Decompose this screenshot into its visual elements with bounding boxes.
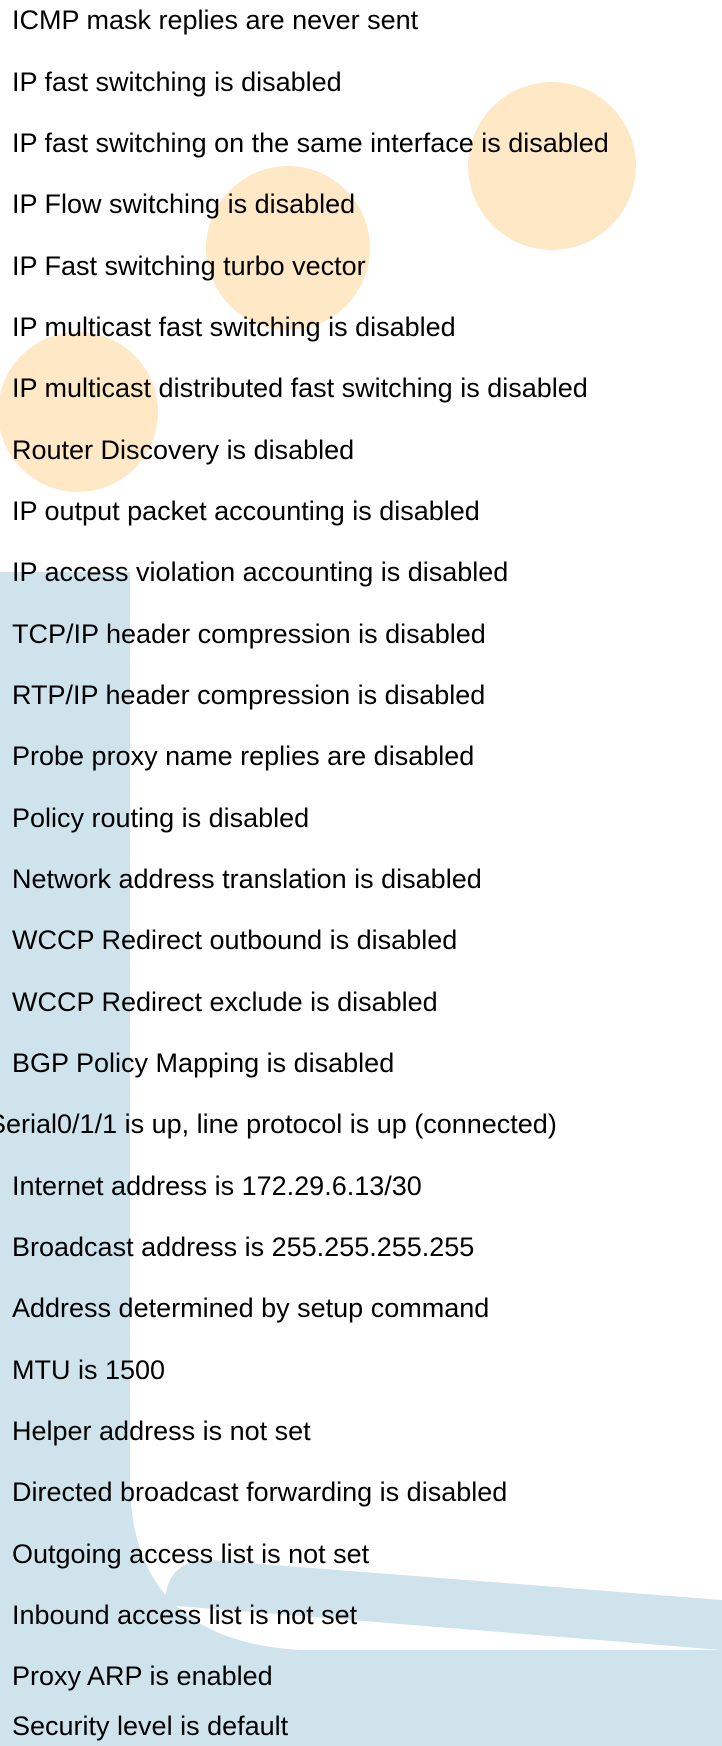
text-line: Directed broadcast forwarding is disable… xyxy=(12,1477,508,1507)
interface-heading: Serial0/1/1 is up, line protocol is up (… xyxy=(0,1109,557,1139)
text-line: Security level is default xyxy=(12,1711,289,1741)
text-line: IP fast switching is disabled xyxy=(12,67,342,97)
text-line: Helper address is not set xyxy=(12,1416,311,1446)
watermark-orange-circle xyxy=(468,82,636,250)
text-line: Broadcast address is 255.255.255.255 xyxy=(12,1232,475,1262)
text-line: TCP/IP header compression is disabled xyxy=(12,619,486,649)
text-line: IP multicast fast switching is disabled xyxy=(12,312,456,342)
text-line: WCCP Redirect outbound is disabled xyxy=(12,925,458,955)
text-line: Policy routing is disabled xyxy=(12,803,310,833)
text-line: Inbound access list is not set xyxy=(12,1600,358,1630)
text-line: ICMP mask replies are never sent xyxy=(12,5,419,35)
text-line: IP Flow switching is disabled xyxy=(12,189,356,219)
text-line: IP multicast distributed fast switching … xyxy=(12,373,588,403)
text-line: IP Fast switching turbo vector xyxy=(12,251,366,281)
text-line: WCCP Redirect exclude is disabled xyxy=(12,987,438,1017)
text-line: Network address translation is disabled xyxy=(12,864,482,894)
text-line: Probe proxy name replies are disabled xyxy=(12,741,475,771)
text-line: BGP Policy Mapping is disabled xyxy=(12,1048,395,1078)
text-line: Proxy ARP is enabled xyxy=(12,1661,273,1691)
text-line: RTP/IP header compression is disabled xyxy=(12,680,486,710)
text-line: IP output packet accounting is disabled xyxy=(12,496,480,526)
text-line: Outgoing access list is not set xyxy=(12,1539,370,1569)
text-line: Internet address is 172.29.6.13/30 xyxy=(12,1171,422,1201)
text-line: Router Discovery is disabled xyxy=(12,435,355,465)
text-line: IP fast switching on the same interface … xyxy=(12,128,609,158)
text-line: Address determined by setup command xyxy=(12,1293,490,1323)
text-line: MTU is 1500 xyxy=(12,1355,166,1385)
text-line: IP access violation accounting is disabl… xyxy=(12,557,509,587)
